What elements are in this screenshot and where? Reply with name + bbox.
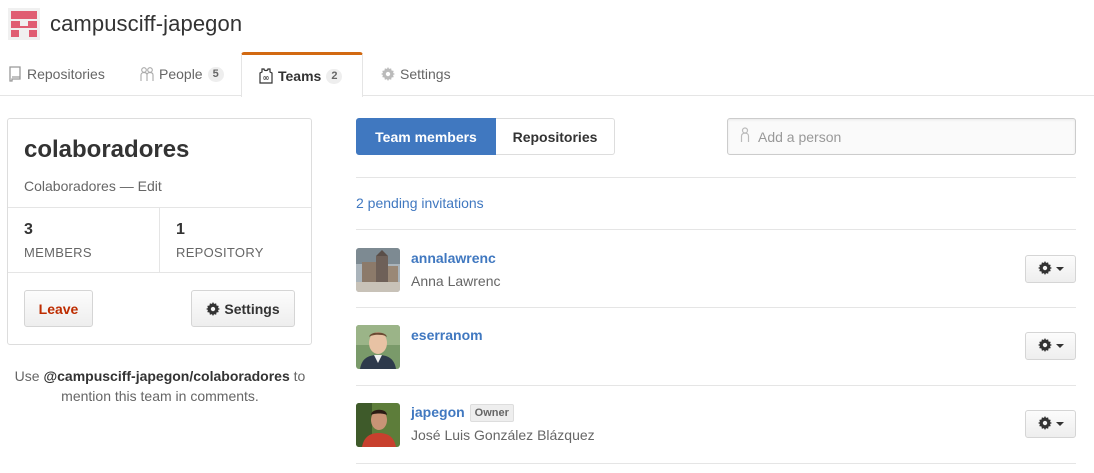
avatar[interactable]: [356, 325, 400, 369]
gear-icon: [1037, 337, 1052, 355]
divider: [356, 177, 1076, 178]
team-name: colaboradores: [24, 136, 190, 163]
tab-team-members[interactable]: Team members: [356, 118, 496, 155]
tab-team-repositories[interactable]: Repositories: [496, 118, 615, 155]
add-person-field[interactable]: [727, 118, 1076, 155]
chevron-down-icon: [1055, 344, 1064, 348]
tab-label: Settings: [400, 66, 451, 82]
org-avatar[interactable]: [8, 8, 40, 40]
svg-text:00: 00: [263, 76, 269, 82]
tab-label: Repositories: [27, 66, 105, 82]
teams-count: 2: [326, 68, 343, 84]
jersey-icon: 00: [258, 68, 274, 84]
members-label: MEMBERS: [24, 245, 92, 260]
members-stat[interactable]: 3 MEMBERS: [8, 208, 160, 272]
gear-icon: [206, 301, 221, 316]
owner-badge: Owner: [469, 404, 514, 422]
team-description-text: Colaboradores: [24, 178, 116, 194]
repositories-stat[interactable]: 1 REPOSITORY: [160, 208, 311, 272]
team-stats: 3 MEMBERS 1 REPOSITORY: [8, 207, 311, 273]
team-description: Colaboradores — Edit: [24, 178, 162, 194]
add-person-input[interactable]: [758, 128, 1058, 145]
gear-icon: [1037, 415, 1052, 433]
settings-label: Settings: [224, 300, 280, 317]
description-separator: —: [115, 178, 138, 194]
mention-note: Use @campusciff-japegon/colaboradores to…: [0, 366, 320, 406]
org-header: campusciff-japegon: [8, 8, 242, 40]
team-card: colaboradores Colaboradores — Edit 3 MEM…: [7, 118, 312, 345]
mention-prefix: Use: [14, 368, 44, 384]
people-count: 5: [207, 66, 224, 82]
team-view-switcher: Team members Repositories: [356, 118, 615, 155]
tab-label: Teams: [278, 68, 322, 84]
member-options-button[interactable]: [1025, 332, 1076, 360]
member-options-button[interactable]: [1025, 410, 1076, 438]
repo-icon: [7, 66, 23, 82]
chevron-down-icon: [1055, 422, 1064, 426]
avatar[interactable]: [356, 403, 400, 447]
repositories-label: REPOSITORY: [176, 245, 264, 260]
person-icon: [740, 127, 750, 146]
chevron-down-icon: [1055, 267, 1064, 271]
edit-link[interactable]: Edit: [138, 178, 162, 194]
leave-button[interactable]: Leave: [24, 290, 93, 327]
avatar[interactable]: [356, 248, 400, 292]
org-nav-tabs: Repositories People 5 00 Teams 2 Setting…: [0, 52, 1094, 97]
members-count: 3: [24, 221, 33, 238]
team-settings-button[interactable]: Settings: [191, 290, 295, 327]
tab-people[interactable]: People 5: [139, 52, 224, 96]
member-fullname: José Luis González Blázquez: [411, 427, 595, 443]
member-login[interactable]: eserranom: [411, 327, 483, 343]
gear-icon: [1037, 260, 1052, 278]
tab-teams[interactable]: 00 Teams 2: [241, 52, 363, 97]
tab-label: People: [159, 66, 203, 82]
divider: [356, 463, 1076, 464]
member-row: annalawrenc Anna Lawrenc: [356, 230, 1076, 308]
repositories-count: 1: [176, 221, 185, 238]
tab-settings[interactable]: Settings: [380, 52, 451, 96]
tab-repositories[interactable]: Repositories: [7, 52, 105, 96]
member-options-button[interactable]: [1025, 255, 1076, 283]
pending-invitations-link[interactable]: 2 pending invitations: [356, 195, 484, 211]
org-name[interactable]: campusciff-japegon: [50, 11, 242, 37]
member-login-with-badge: japegon Owner: [411, 404, 514, 422]
gear-icon: [380, 66, 396, 82]
member-row: eserranom: [356, 307, 1076, 385]
member-fullname: Anna Lawrenc: [411, 273, 501, 289]
member-row: japegon Owner José Luis González Blázquez: [356, 385, 1076, 463]
member-login[interactable]: annalawrenc: [411, 250, 496, 266]
member-login[interactable]: japegon: [411, 404, 465, 420]
mention-handle: @campusciff-japegon/colaboradores: [43, 368, 290, 384]
people-icon: [139, 66, 155, 82]
